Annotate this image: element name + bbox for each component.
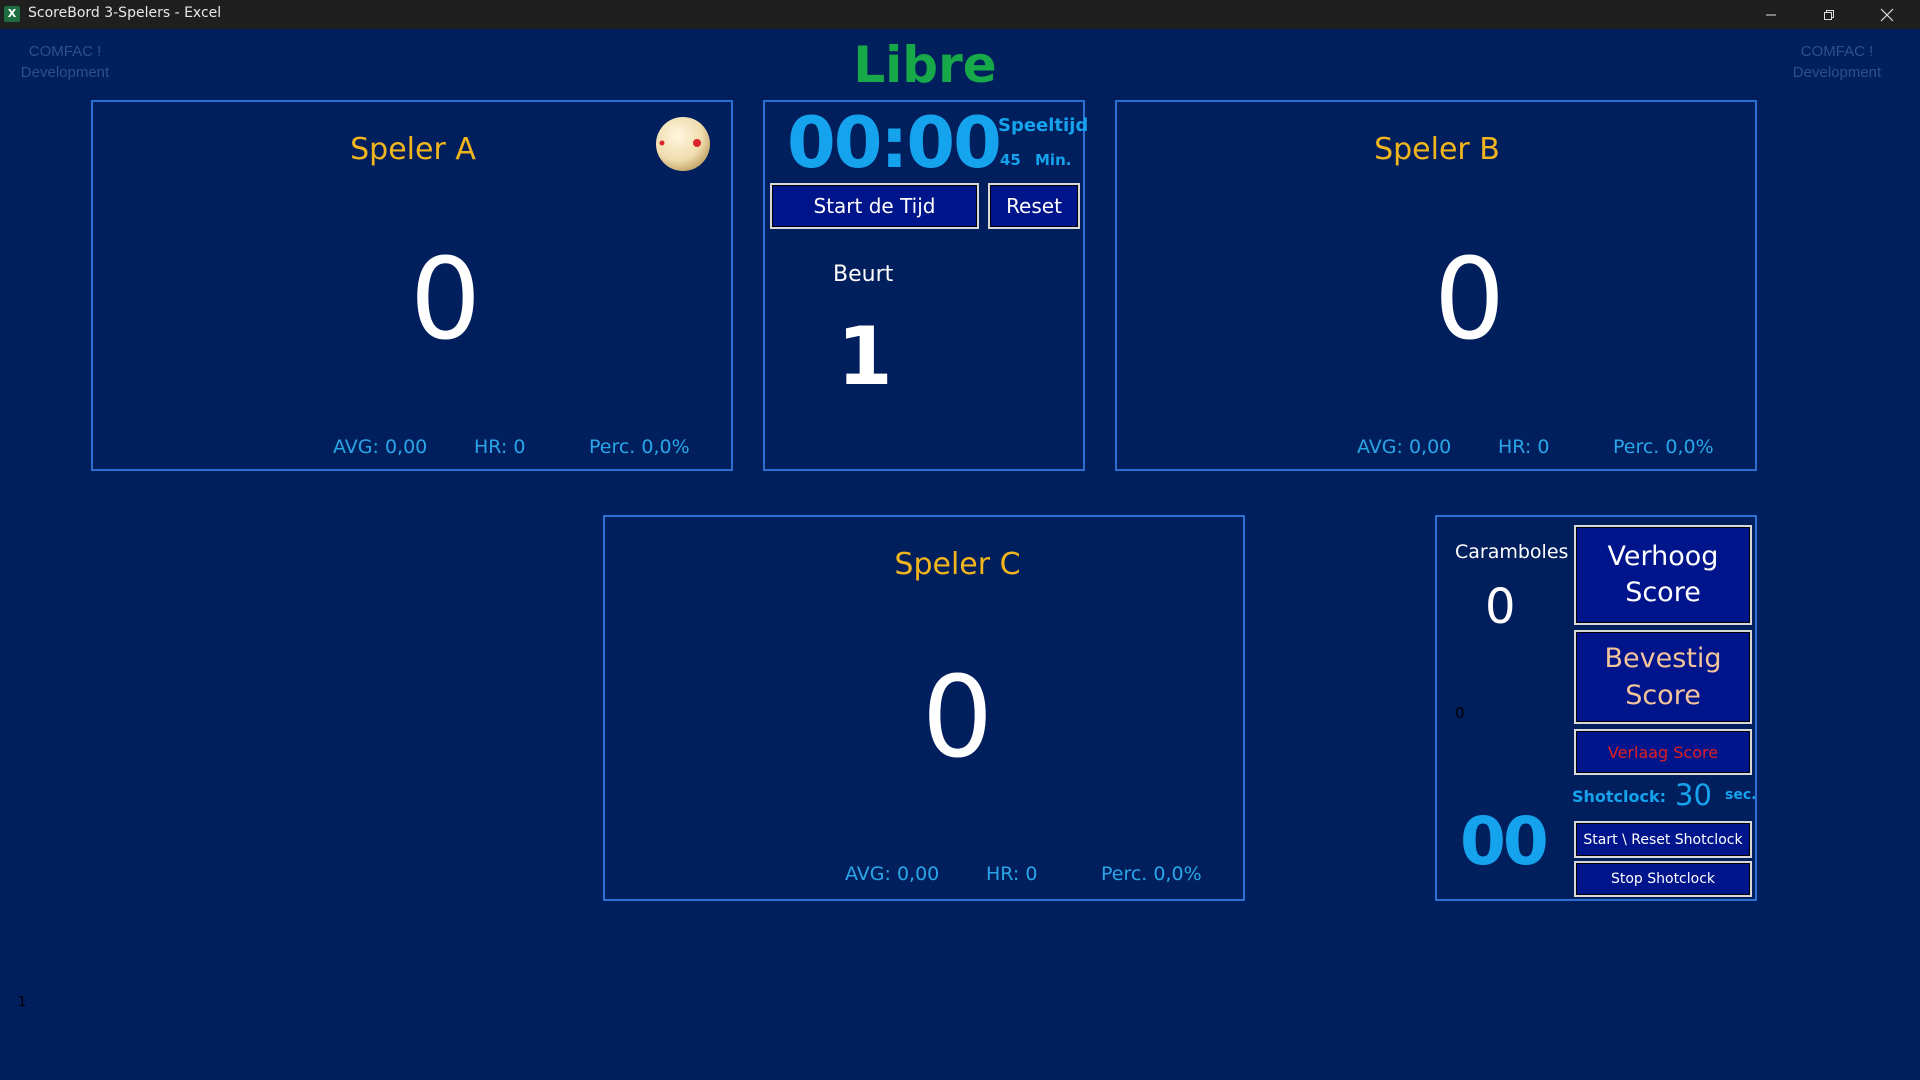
minimize-button[interactable] (1742, 0, 1800, 29)
caramboles-label: Caramboles (1455, 541, 1569, 563)
excel-icon: X (4, 6, 20, 22)
game-mode-title: Libre (853, 36, 997, 94)
player-a-name: Speler A (350, 132, 476, 167)
player-c-panel: Speler C 0 AVG: 0,00 HR: 0 Perc. 0,0% (603, 515, 1245, 901)
player-a-score: 0 (409, 235, 482, 365)
shotclock-seconds: 30 (1675, 778, 1712, 812)
timer-panel: 00:00 Speeltijd 45 Min. Start de Tijd Re… (763, 100, 1089, 471)
game-clock: 00:00 (787, 102, 1002, 184)
player-c-avg: AVG: 0,00 (845, 863, 940, 885)
billiard-ball-icon (655, 116, 711, 172)
turn-value: 1 (837, 310, 893, 403)
player-b-panel: Speler B 0 AVG: 0,00 HR: 0 Perc. 0,0% (1115, 100, 1757, 471)
player-b-perc: Perc. 0,0% (1613, 436, 1714, 458)
start-reset-shotclock-button[interactable]: Start \ Reset Shotclock (1574, 821, 1752, 858)
player-a-panel: Speler A 0 AVG: 0,00 HR: 0 Perc. 0,0% (91, 100, 733, 471)
confirm-score-button[interactable]: Bevestig Score (1574, 630, 1752, 724)
close-icon (1880, 8, 1894, 21)
playtime-minutes: 45 (1000, 151, 1021, 169)
minimize-icon (1766, 14, 1776, 15)
start-timer-button[interactable]: Start de Tijd (770, 183, 979, 229)
player-a-perc: Perc. 0,0% (589, 436, 690, 458)
player-b-score: 0 (1433, 235, 1506, 365)
control-panel: Caramboles 0 0 Verhoog Score Bevestig Sc… (1435, 515, 1757, 901)
caramboles-small-value: 0 (1455, 704, 1465, 722)
turn-label: Beurt (833, 262, 894, 287)
player-a-avg: AVG: 0,00 (333, 436, 428, 458)
player-c-hr: HR: 0 (986, 863, 1038, 885)
reset-timer-button[interactable]: Reset (988, 183, 1080, 229)
shotclock-unit: sec. (1725, 787, 1757, 803)
playtime-label: Speeltijd (998, 115, 1089, 136)
player-b-avg: AVG: 0,00 (1357, 436, 1452, 458)
player-c-perc: Perc. 0,0% (1101, 863, 1202, 885)
cell-value-bottom-left: 1 (18, 995, 27, 1010)
player-c-name: Speler C (894, 547, 1021, 582)
player-c-score: 0 (921, 653, 994, 783)
player-b-name: Speler B (1374, 132, 1500, 167)
stop-shotclock-button[interactable]: Stop Shotclock (1574, 861, 1752, 897)
shotclock-label: Shotclock: (1572, 787, 1667, 806)
decrease-score-button[interactable]: Verlaag Score (1574, 729, 1752, 775)
caramboles-value: 0 (1485, 579, 1516, 635)
playtime-unit: Min. (1035, 151, 1072, 169)
window-title: ScoreBord 3-Spelers - Excel (28, 5, 222, 21)
window-title-bar: X ScoreBord 3-Spelers - Excel (0, 0, 1920, 29)
restore-icon (1824, 9, 1834, 20)
player-b-hr: HR: 0 (1498, 436, 1550, 458)
restore-button[interactable] (1800, 0, 1858, 29)
shotclock-display: 00 (1460, 803, 1549, 880)
increase-score-button[interactable]: Verhoog Score (1574, 525, 1752, 625)
close-button[interactable] (1858, 0, 1916, 29)
player-a-hr: HR: 0 (474, 436, 526, 458)
